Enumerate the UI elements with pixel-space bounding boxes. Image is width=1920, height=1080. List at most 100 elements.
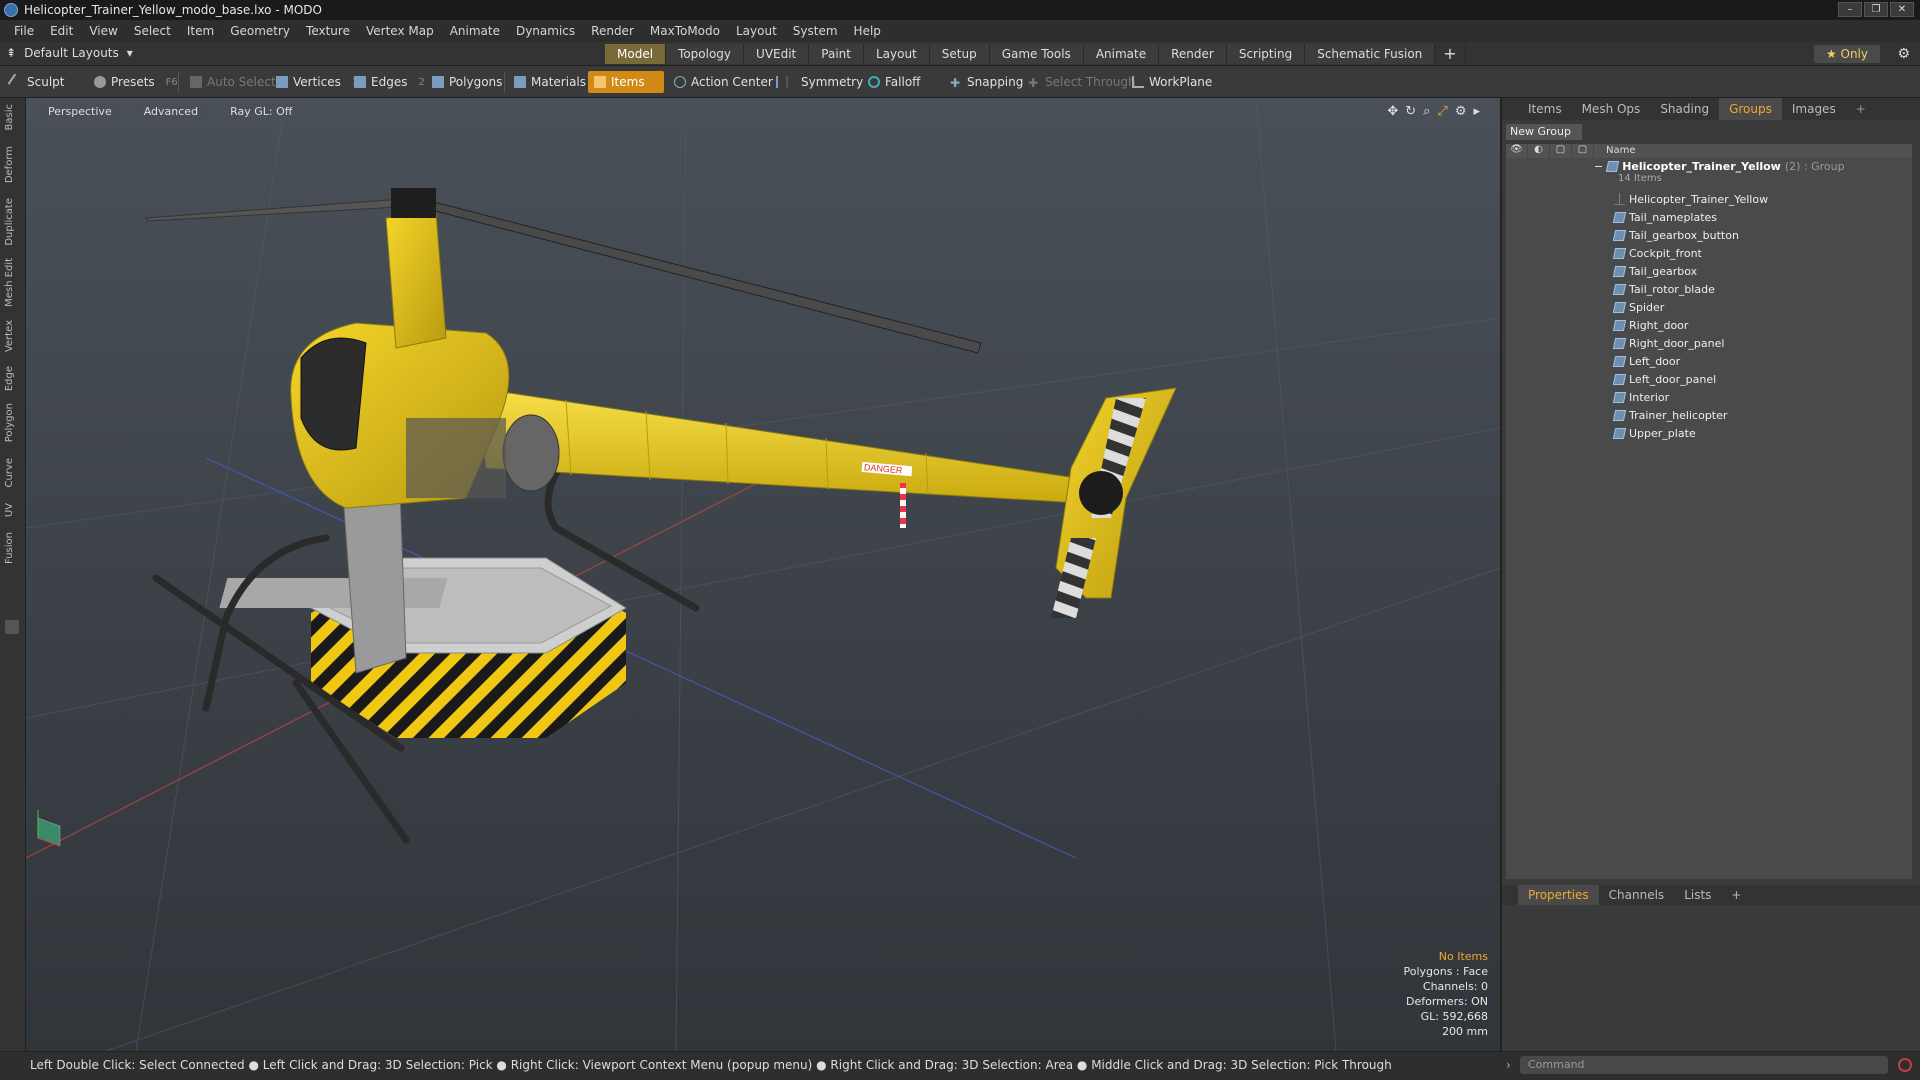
- list-item[interactable]: Interior: [1506, 388, 1912, 406]
- fit-view-icon[interactable]: ⤢: [1437, 104, 1447, 119]
- menu-maxtomodo[interactable]: MaxToModo: [642, 24, 728, 38]
- tab-layout[interactable]: Layout: [863, 44, 930, 64]
- falloff-button[interactable]: Falloff: [862, 71, 926, 93]
- list-item[interactable]: Left_door_panel: [1506, 370, 1912, 388]
- tab-shading[interactable]: Shading: [1650, 98, 1719, 120]
- add-panel-tab-button[interactable]: +: [1846, 98, 1876, 120]
- tab-model[interactable]: Model: [605, 44, 667, 64]
- tab-scripting[interactable]: Scripting: [1226, 44, 1306, 64]
- select-icon[interactable]: ▢: [1572, 144, 1594, 158]
- menu-geometry[interactable]: Geometry: [222, 24, 298, 38]
- layout-preset-dropdown[interactable]: ⇞ Default Layouts ▾: [6, 46, 133, 60]
- menu-animate[interactable]: Animate: [442, 24, 508, 38]
- menu-edit[interactable]: Edit: [42, 24, 81, 38]
- layout-toggle-icon[interactable]: ⇞: [6, 46, 16, 60]
- shading-mode-button[interactable]: Advanced: [133, 104, 209, 119]
- tab-paint[interactable]: Paint: [809, 44, 864, 64]
- tab-vertex[interactable]: Vertex: [4, 320, 20, 352]
- tab-lists[interactable]: Lists: [1674, 885, 1721, 905]
- new-group-button[interactable]: New Group: [1506, 124, 1582, 140]
- close-button[interactable]: ✕: [1890, 2, 1914, 17]
- group-row[interactable]: − Helicopter_Trainer_Yellow (2) : Group …: [1506, 158, 1912, 190]
- menu-layout[interactable]: Layout: [728, 24, 785, 38]
- snapping-button[interactable]: ✚ Snapping: [944, 71, 1029, 93]
- tab-fusion[interactable]: Fusion: [4, 532, 20, 564]
- list-item[interactable]: Tail_nameplates: [1506, 208, 1912, 226]
- tab-deform[interactable]: Deform: [4, 146, 20, 183]
- menu-dynamics[interactable]: Dynamics: [508, 24, 583, 38]
- gear-icon[interactable]: ⚙: [1897, 46, 1910, 62]
- expand-panel-button[interactable]: [5, 620, 19, 634]
- symmetry-button[interactable]: Symmetry: [770, 71, 869, 93]
- tab-polygon[interactable]: Polygon: [4, 403, 20, 442]
- tab-images[interactable]: Images: [1782, 98, 1846, 120]
- list-item[interactable]: Left_door: [1506, 352, 1912, 370]
- raygl-toggle[interactable]: Ray GL: Off: [220, 104, 303, 119]
- render-icon[interactable]: ◐: [1528, 144, 1550, 158]
- list-item[interactable]: Trainer_helicopter: [1506, 406, 1912, 424]
- select-through-button[interactable]: ✚ Select Through: [1022, 71, 1142, 93]
- tab-groups[interactable]: Groups: [1719, 98, 1782, 120]
- list-item[interactable]: Right_door_panel: [1506, 334, 1912, 352]
- tab-mesh-ops[interactable]: Mesh Ops: [1572, 98, 1651, 120]
- tab-edge[interactable]: Edge: [4, 366, 20, 391]
- menu-select[interactable]: Select: [126, 24, 179, 38]
- zoom-view-icon[interactable]: ⌕: [1423, 104, 1430, 119]
- list-item[interactable]: Tail_rotor_blade: [1506, 280, 1912, 298]
- eye-icon[interactable]: 👁: [1506, 144, 1528, 158]
- action-center-button[interactable]: Action Center: [668, 71, 779, 93]
- move-view-icon[interactable]: ✥: [1387, 104, 1398, 119]
- tab-mesh-edit[interactable]: Mesh Edit: [4, 258, 20, 307]
- sculpt-button[interactable]: Sculpt: [4, 71, 70, 93]
- menu-vertex-map[interactable]: Vertex Map: [358, 24, 442, 38]
- list-item[interactable]: Spider: [1506, 298, 1912, 316]
- tab-animate[interactable]: Animate: [1083, 44, 1160, 64]
- tab-schematic-fusion[interactable]: Schematic Fusion: [1305, 44, 1436, 64]
- tab-curve[interactable]: Curve: [4, 458, 20, 488]
- lock-icon[interactable]: ▢: [1550, 144, 1572, 158]
- menu-view[interactable]: View: [81, 24, 125, 38]
- menu-texture[interactable]: Texture: [298, 24, 358, 38]
- tab-uv[interactable]: UV: [4, 503, 20, 517]
- presets-button[interactable]: Presets F6: [88, 71, 184, 93]
- menu-item[interactable]: Item: [179, 24, 222, 38]
- list-item[interactable]: Tail_gearbox: [1506, 262, 1912, 280]
- tab-game-tools[interactable]: Game Tools: [989, 44, 1084, 64]
- workplane-button[interactable]: WorkPlane: [1126, 71, 1218, 93]
- edges-button[interactable]: Edges 2: [348, 71, 431, 93]
- add-bottom-tab-button[interactable]: +: [1721, 885, 1751, 905]
- menu-render[interactable]: Render: [583, 24, 642, 38]
- polygons-button[interactable]: Polygons: [426, 71, 508, 93]
- view-type-button[interactable]: Perspective: [38, 104, 122, 119]
- command-input[interactable]: Command: [1520, 1056, 1888, 1074]
- tab-render[interactable]: Render: [1159, 44, 1227, 64]
- viewport-menu-icon[interactable]: ▸: [1473, 104, 1480, 119]
- auto-select-button[interactable]: Auto Select: [184, 71, 282, 93]
- record-icon[interactable]: [1898, 1058, 1912, 1072]
- menu-system[interactable]: System: [785, 24, 846, 38]
- expand-icon[interactable]: −: [1594, 160, 1603, 173]
- list-item[interactable]: Upper_plate: [1506, 424, 1912, 442]
- list-item[interactable]: Cockpit_front: [1506, 244, 1912, 262]
- tab-channels[interactable]: Channels: [1599, 885, 1675, 905]
- menu-help[interactable]: Help: [846, 24, 889, 38]
- 3d-viewport[interactable]: DANGER Perspective Advanced Ray GL: Off …: [26, 98, 1500, 1051]
- tab-topology[interactable]: Topology: [666, 44, 745, 64]
- tab-duplicate[interactable]: Duplicate: [4, 198, 20, 246]
- tab-setup[interactable]: Setup: [929, 44, 990, 64]
- rotate-view-icon[interactable]: ↻: [1405, 104, 1416, 119]
- tab-properties[interactable]: Properties: [1518, 885, 1599, 905]
- list-item[interactable]: Tail_gearbox_button: [1506, 226, 1912, 244]
- menu-file[interactable]: File: [6, 24, 42, 38]
- items-button[interactable]: Items: [588, 71, 664, 93]
- only-toggle[interactable]: ★ Only: [1813, 45, 1880, 63]
- list-item[interactable]: Right_door: [1506, 316, 1912, 334]
- tab-basic[interactable]: Basic: [4, 104, 20, 130]
- add-tab-button[interactable]: +: [1435, 44, 1466, 64]
- maximize-button[interactable]: ❐: [1864, 2, 1888, 17]
- tab-items[interactable]: Items: [1518, 98, 1572, 120]
- list-item[interactable]: ⏊ Helicopter_Trainer_Yellow: [1506, 190, 1912, 208]
- viewport-settings-icon[interactable]: ⚙: [1455, 104, 1467, 119]
- tab-uvedit[interactable]: UVEdit: [744, 44, 810, 64]
- minimize-button[interactable]: –: [1838, 2, 1862, 17]
